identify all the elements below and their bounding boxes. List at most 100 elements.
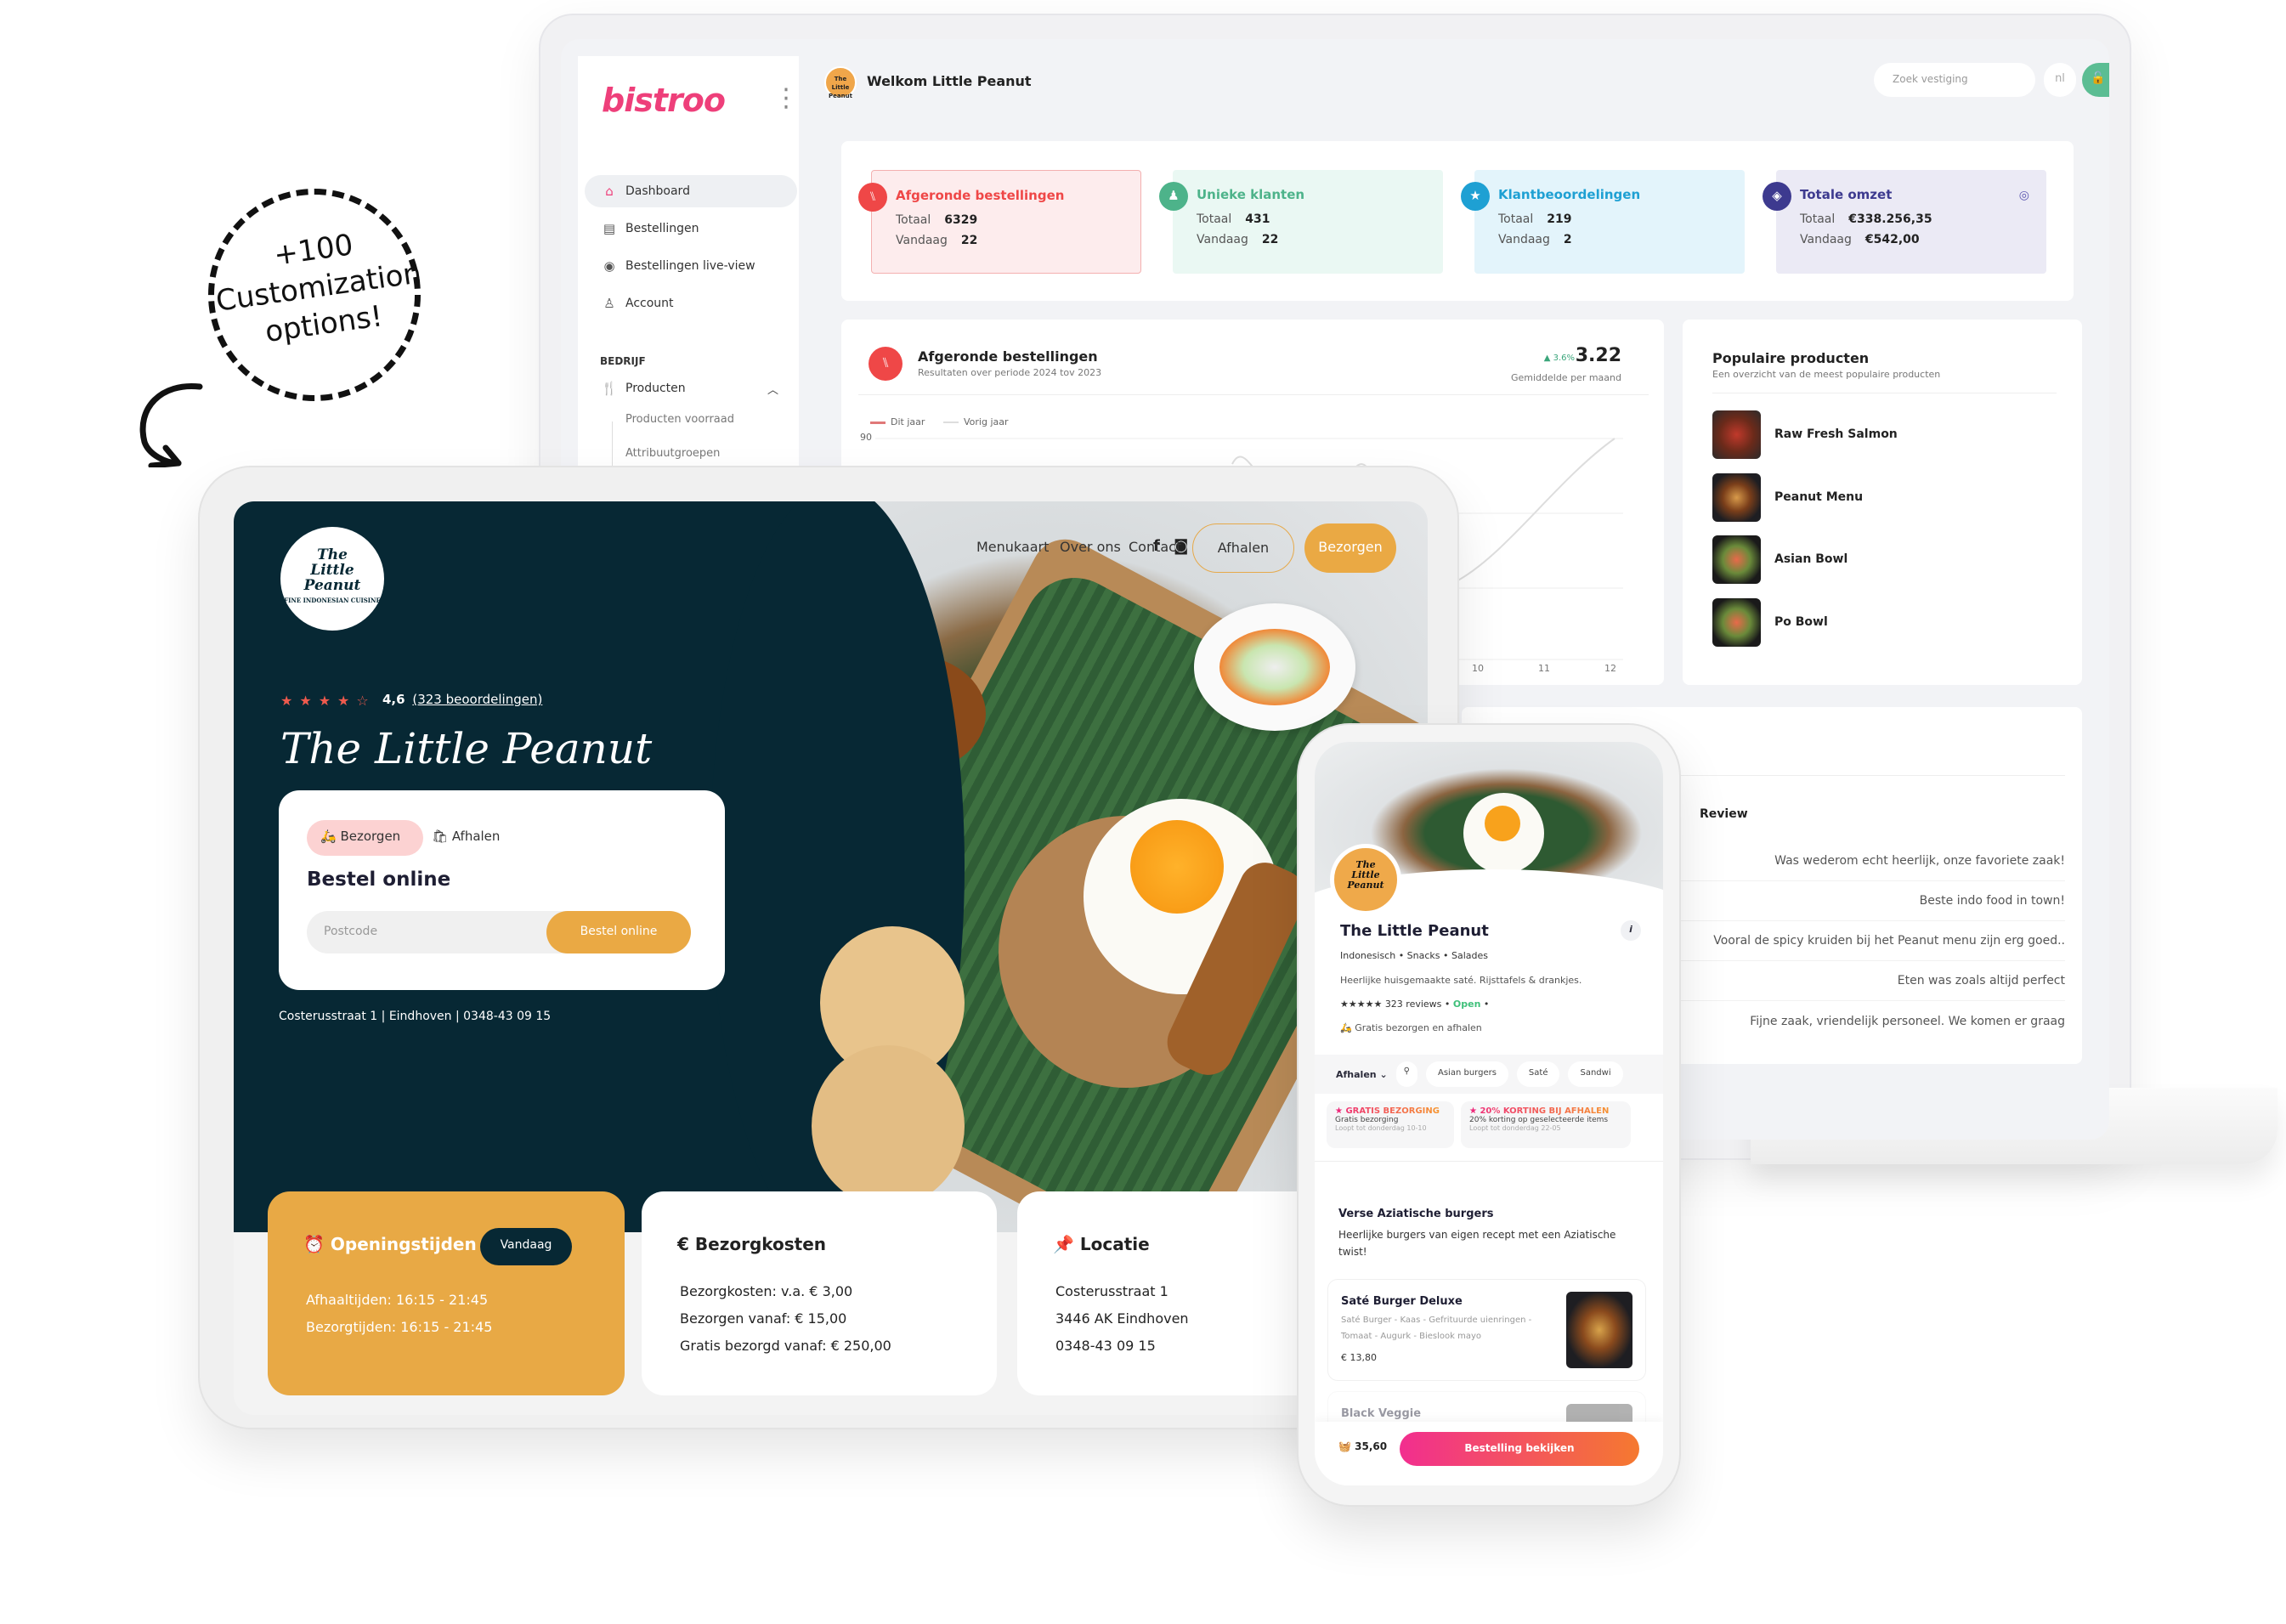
sidebar-item-label: Account (625, 297, 674, 310)
popular-item[interactable]: Raw Fresh Salmon (1712, 410, 2052, 459)
vandaag-dropdown[interactable]: Vandaag (480, 1228, 572, 1265)
open-status: Open (1452, 999, 1481, 1010)
popular-products-card: Populaire producten Een overzicht van de… (1683, 320, 2082, 685)
stat-card-klantbeoordelingen[interactable]: ★ Klantbeoordelingen Totaal 219 Vandaag 2 (1461, 170, 1745, 274)
stat-card-totale-omzet[interactable]: ◈ Totale omzet ◎ Totaal €338.256,35 Vanda… (1763, 170, 2046, 274)
phone-restaurant-name: The Little Peanut (1340, 922, 1489, 940)
restaurant-logo[interactable]: The Little Peanut FINE INDONESIAN CUISIN… (280, 527, 384, 631)
bestel-online-button[interactable]: Bestel online (546, 911, 691, 953)
tab-bezorgen[interactable]: 🛵 Bezorgen (307, 820, 423, 856)
kebab-menu-icon[interactable]: ⋮ (773, 86, 799, 111)
sidebar-item-bestellingen[interactable]: ▤ Bestellingen (585, 212, 797, 245)
stat-label: Vandaag (1498, 233, 1550, 246)
tab-afhalen[interactable]: 🛍 Afhalen (432, 820, 500, 844)
stat-value: 431 (1245, 212, 1270, 226)
opening-line: Bezorgtijden: 16:15 - 21:45 (306, 1319, 493, 1335)
language-selector[interactable]: nl (2044, 63, 2076, 97)
afhalen-button[interactable]: Afhalen (1192, 523, 1294, 573)
category-chip[interactable]: Asian burgers (1426, 1061, 1508, 1087)
review-text: Beste indo food in town! (1919, 894, 2065, 908)
open-closed-toggle[interactable]: 🔓 (2082, 63, 2109, 97)
opening-title-text: Openingstijden (330, 1234, 477, 1254)
sidebar-item-dashboard[interactable]: ⌂ Dashboard (585, 175, 797, 207)
logo-tagline: FINE INDONESIAN CUISINE (284, 597, 381, 604)
mode-dropdown[interactable]: Afhalen ⌄ (1336, 1069, 1388, 1080)
category-chip[interactable]: Saté (1516, 1061, 1560, 1087)
chevron-up-icon[interactable]: ︿ (767, 381, 778, 397)
product-thumbnail (1712, 410, 1761, 459)
chart-kpi: 3.22 (1575, 345, 1621, 366)
mode-label: Afhalen (1336, 1068, 1377, 1080)
stat-totaal: Totaal 219 (1498, 212, 1572, 226)
bistroo-logo[interactable]: bistroo (602, 82, 726, 119)
product-name: Asian Bowl (1774, 552, 1848, 566)
promo-card[interactable]: ★ GRATIS BEZORGING Gratis bezorging Loop… (1327, 1101, 1454, 1148)
stat-title: Unieke klanten (1197, 187, 1305, 202)
view-order-button[interactable]: Bestelling bekijken (1400, 1432, 1639, 1466)
info-icon[interactable]: i (1621, 920, 1641, 941)
stat-value: 22 (1261, 233, 1279, 246)
reviews-link[interactable]: (323 beoordelingen) (412, 692, 542, 707)
stat-card-afgeronde-bestellingen[interactable]: ⑊ Afgeronde bestellingen Totaal 6329 Vand… (858, 170, 1141, 274)
stat-totaal: Totaal 6329 (896, 213, 977, 227)
promo-title: ★ GRATIS BEZORGING (1335, 1106, 1446, 1116)
nav-contact[interactable]: Contact (1129, 539, 1181, 555)
eye-icon[interactable]: ◎ (2019, 189, 2029, 202)
popular-item[interactable]: Peanut Menu (1712, 472, 2052, 522)
sidebar-item-live-view[interactable]: ◉ Bestellingen live-view (585, 250, 797, 282)
sidebar-item-label: Bestellingen (625, 222, 699, 235)
clipboard-icon: ▤ (603, 221, 616, 236)
popular-title: Populaire producten (1712, 350, 1870, 366)
phone-filter-bar: Afhalen ⌄ ⚲ Asian burgers Saté Sandwi (1315, 1055, 1663, 1094)
promo-title-text: 20% KORTING BIJ AFHALEN (1480, 1106, 1610, 1116)
bezorgen-button[interactable]: Bezorgen (1304, 523, 1396, 573)
restaurant-avatar[interactable]: The Little Peanut (824, 66, 857, 99)
stat-label: Vandaag (896, 234, 948, 247)
cutlery-icon: ⑊ (869, 347, 903, 381)
sidebar-item-label: Dashboard (625, 184, 690, 198)
popular-item[interactable]: Asian Bowl (1712, 535, 2052, 584)
website-screen: f ◙ Menukaart Over ons Contact Afhalen B… (234, 501, 1428, 1415)
legend-dit-jaar[interactable]: Dit jaar (870, 416, 925, 427)
welcome-title: Welkom Little Peanut (867, 73, 1032, 89)
stat-label: Totaal (1498, 212, 1534, 226)
nav-menukaart[interactable]: Menukaart (976, 539, 1049, 555)
menu-item[interactable]: Saté Burger Deluxe Saté Burger - Kaas - … (1327, 1279, 1646, 1381)
sidebar-subitem-producten-voorraad[interactable]: Producten voorraad (625, 413, 734, 426)
sidebar-item-producten[interactable]: 🍴 Producten ︿ (585, 372, 797, 405)
menu-item-name: Saté Burger Deluxe (1341, 1295, 1463, 1308)
product-name: Peanut Menu (1774, 490, 1864, 504)
chart-subtitle: Resultaten over periode 2024 tov 2023 (918, 367, 1102, 378)
subnav-line (612, 422, 613, 472)
cutlery-icon: ⑊ (858, 183, 887, 212)
chart-kpi-label: Gemiddelde per maand (1510, 372, 1621, 383)
location-line: 0348-43 09 15 (1055, 1338, 1156, 1354)
product-name: Raw Fresh Salmon (1774, 427, 1898, 441)
logo-line: Peanut (303, 577, 361, 594)
legend-label: Vorig jaar (964, 416, 1009, 427)
mobile-app-screen: The Little Peanut The Little Peanut i Indo… (1315, 742, 1663, 1485)
category-chip[interactable]: Sandwi (1568, 1061, 1623, 1087)
scooter-icon: 🛵 (320, 829, 341, 844)
stat-card-unieke-klanten[interactable]: ♟ Unieke klanten Totaal 431 Vandaag 22 (1159, 170, 1443, 274)
delivery-line: Gratis bezorgd vanaf: € 250,00 (680, 1338, 891, 1354)
stat-value: 2 (1563, 233, 1572, 246)
x-tick: 12 (1604, 663, 1616, 674)
sidebar-subitem-attribuutgroepen[interactable]: Attribuutgroepen (625, 447, 720, 460)
stats-panel: ⑊ Afgeronde bestellingen Totaal 6329 Vand… (841, 141, 2074, 301)
promo-card[interactable]: ★ 20% KORTING BIJ AFHALEN 20% korting op… (1461, 1101, 1631, 1148)
stat-vandaag: Vandaag 22 (896, 234, 977, 247)
user-icon: ♙ (603, 296, 615, 311)
basket-total: 🧺 35,60 (1338, 1440, 1387, 1452)
legend-vorig-jaar[interactable]: Vorig jaar (943, 416, 1009, 427)
search-icon[interactable]: ⚲ (1395, 1061, 1417, 1087)
nav-over-ons[interactable]: Over ons (1060, 539, 1121, 555)
popular-item[interactable]: Po Bowl (1712, 597, 2052, 647)
sidebar-item-account[interactable]: ♙ Account (585, 287, 797, 320)
restaurant-title: The Little Peanut (280, 724, 653, 773)
search-vestiging-input[interactable]: Zoek vestiging (1874, 63, 2035, 97)
phone-rating: ★★★★★ 323 reviews • Open • (1340, 999, 1490, 1010)
stat-label: Totaal (1197, 212, 1232, 226)
sidebar-item-label: Bestellingen live-view (625, 259, 755, 273)
review-count[interactable]: 323 reviews (1385, 999, 1442, 1010)
